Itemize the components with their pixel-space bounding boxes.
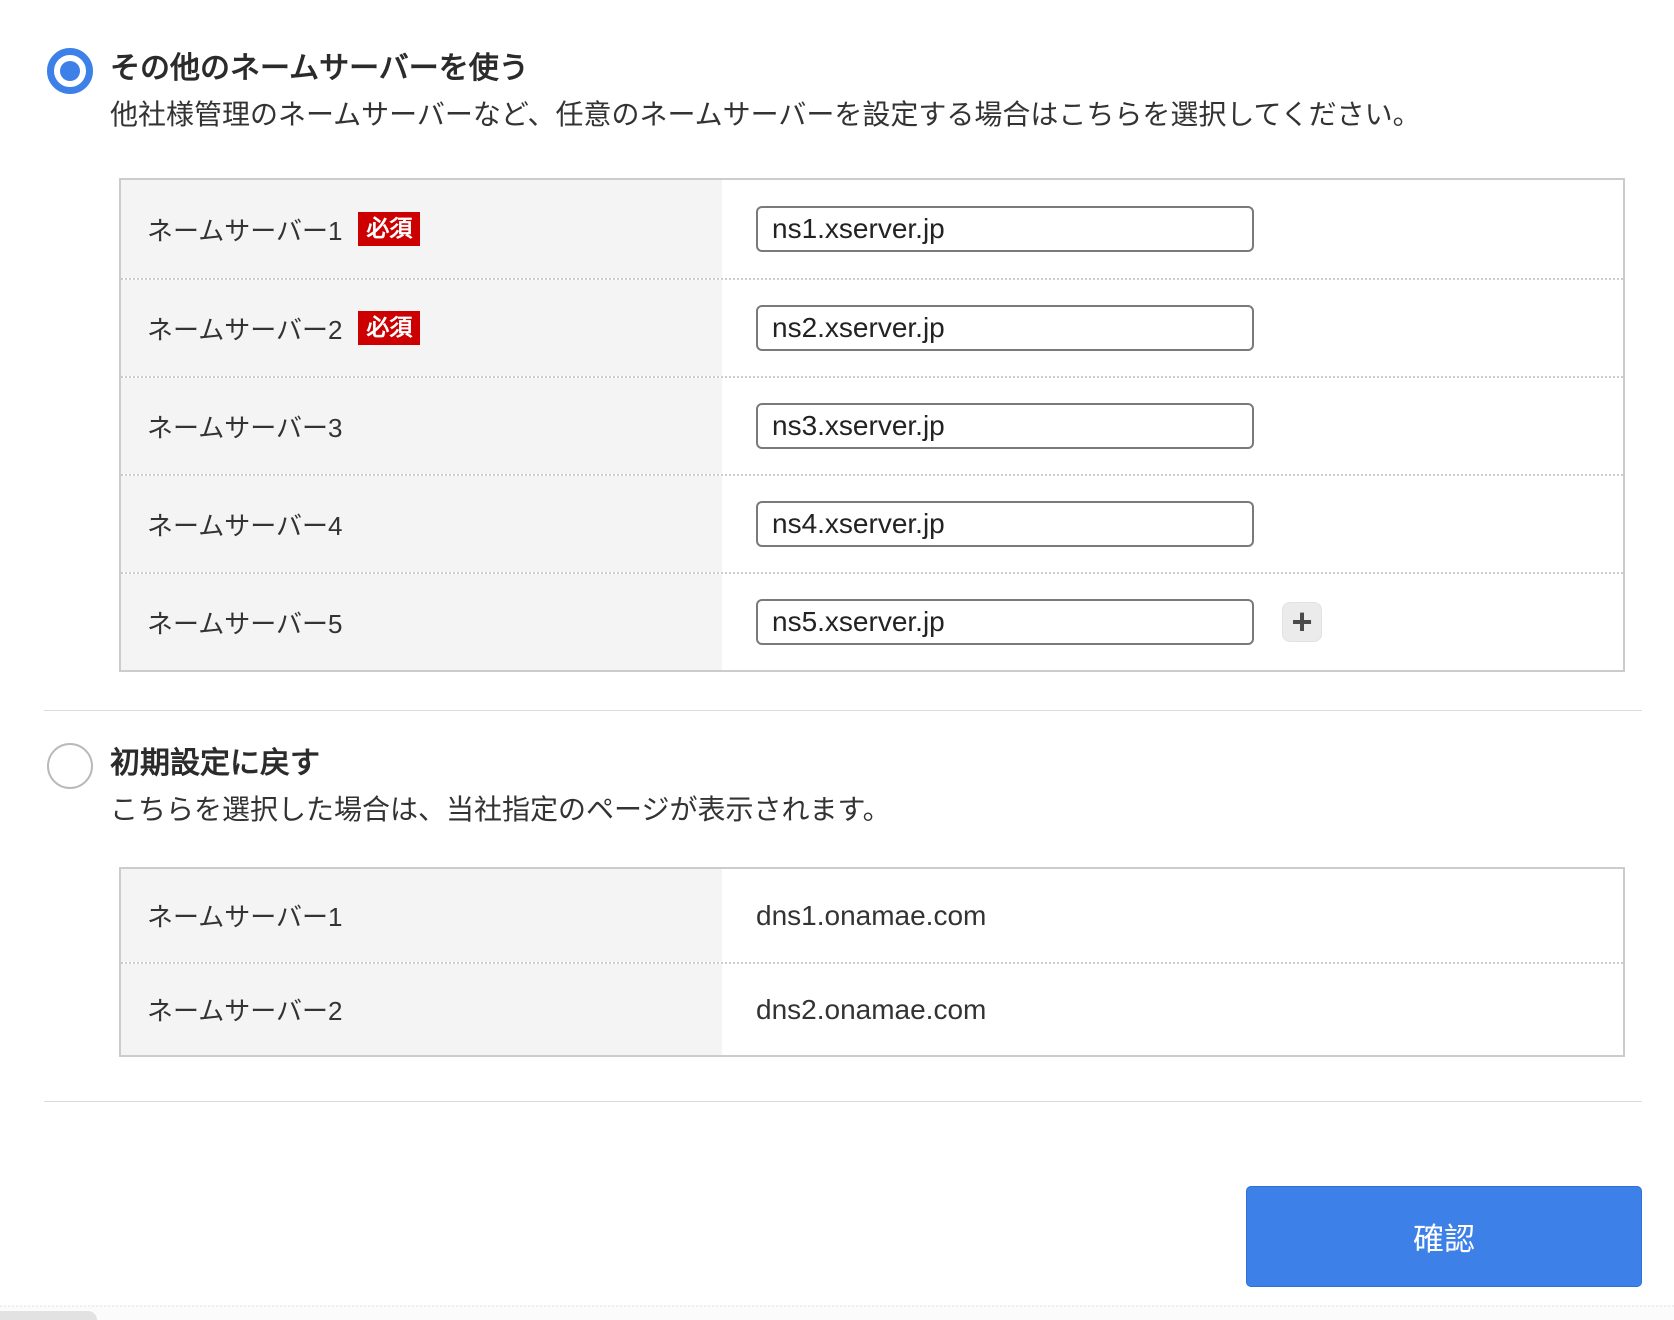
- required-badge: 必須: [358, 311, 421, 345]
- default-nameserver-2-value: dns2.onamae.com: [756, 993, 987, 1025]
- nameserver-1-input[interactable]: [756, 206, 1254, 252]
- radio-selected-dot: [60, 61, 80, 81]
- table-row: ネームサーバー1 必須: [121, 180, 1623, 278]
- row-label: ネームサーバー1: [147, 215, 343, 246]
- other-nameservers-table: ネームサーバー1 必須 ネームサーバー2 必須 ネームサーバー3: [119, 178, 1625, 672]
- table-row: ネームサーバー3: [121, 376, 1623, 474]
- plus-icon: +: [1291, 601, 1313, 642]
- row-label: ネームサーバー5: [147, 608, 343, 639]
- section-other-header: その他のネームサーバーを使う 他社様管理のネームサーバーなど、任意のネームサーバ…: [44, 0, 1642, 134]
- row-label: ネームサーバー1: [147, 902, 343, 932]
- add-nameserver-button[interactable]: +: [1282, 602, 1322, 642]
- table-row: ネームサーバー2 必須: [121, 278, 1623, 376]
- row-label: ネームサーバー4: [147, 510, 343, 541]
- row-label: ネームサーバー3: [147, 412, 343, 443]
- nameserver-4-input[interactable]: [756, 501, 1254, 547]
- bottom-strip: [0, 1305, 1674, 1320]
- default-nameservers-table: ネームサーバー1 dns1.onamae.com ネームサーバー2 dns2.o…: [119, 867, 1625, 1057]
- confirm-button[interactable]: 確認: [1246, 1186, 1642, 1287]
- table-row: ネームサーバー1 dns1.onamae.com: [121, 869, 1623, 962]
- section-divider: [44, 710, 1642, 711]
- bottom-left-tab: [0, 1311, 97, 1320]
- section-divider: [44, 1101, 1642, 1102]
- nameserver-5-input[interactable]: [756, 599, 1254, 645]
- section-default-description: こちらを選択した場合は、当社指定のページが表示されます。: [110, 794, 891, 825]
- section-other-title: その他のネームサーバーを使う: [110, 52, 529, 85]
- section-default-title: 初期設定に戻す: [110, 747, 320, 780]
- table-row: ネームサーバー2 dns2.onamae.com: [121, 962, 1623, 1055]
- table-row: ネームサーバー5 +: [121, 572, 1623, 670]
- nameserver-settings-page: その他のネームサーバーを使う 他社様管理のネームサーバーなど、任意のネームサーバ…: [0, 0, 1674, 1320]
- radio-default-settings[interactable]: [47, 743, 93, 789]
- nameserver-2-input[interactable]: [756, 305, 1254, 351]
- section-default-header: 初期設定に戻す こちらを選択した場合は、当社指定のページが表示されます。: [44, 743, 1642, 829]
- row-label: ネームサーバー2: [147, 314, 343, 345]
- radio-other-nameservers[interactable]: [47, 48, 93, 94]
- nameserver-3-input[interactable]: [756, 403, 1254, 449]
- section-other-description: 他社様管理のネームサーバーなど、任意のネームサーバーを設定する場合はこちらを選択…: [110, 99, 1421, 130]
- row-label: ネームサーバー2: [147, 996, 343, 1026]
- default-nameserver-1-value: dns1.onamae.com: [756, 899, 987, 931]
- required-badge: 必須: [358, 212, 421, 246]
- table-row: ネームサーバー4: [121, 474, 1623, 572]
